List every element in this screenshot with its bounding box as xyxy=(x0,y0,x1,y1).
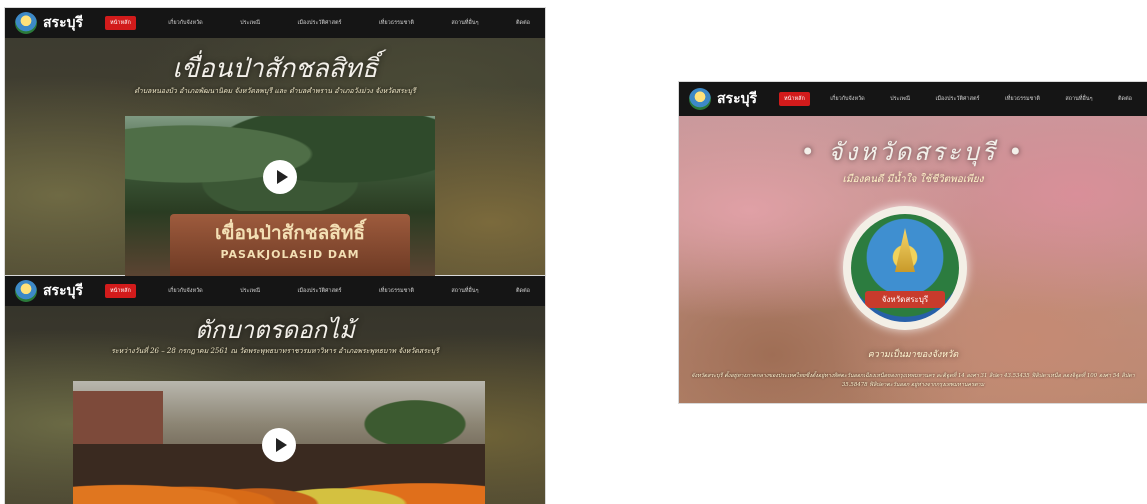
nav-item-home[interactable]: หน้าหลัก xyxy=(105,284,136,298)
nav-item-other[interactable]: สถานที่อื่นๆ xyxy=(1060,92,1097,106)
history-text: จังหวัดสระบุรี ตั้งอยู่ทางภาคกลางของประเ… xyxy=(691,373,1135,388)
logo-emblem-icon xyxy=(15,12,37,34)
site-logo[interactable]: สระบุรี xyxy=(15,12,83,34)
navbar: สระบุรี หน้าหลัก เกี่ยวกับจังหวัด ประเพณ… xyxy=(5,276,545,306)
nav-item-history[interactable]: เมืองประวัติศาสตร์ xyxy=(293,284,347,298)
nav-item-nature[interactable]: เที่ยวธรรมชาติ xyxy=(374,284,419,298)
seal-temple-icon xyxy=(895,228,915,272)
logo-emblem-icon xyxy=(15,280,37,302)
logo-text: สระบุรี xyxy=(43,283,83,299)
screenshot-dam-page: สระบุรี หน้าหลัก เกี่ยวกับจังหวัด ประเพณ… xyxy=(5,8,545,276)
page-title: ตักบาตรดอกไม้ xyxy=(195,316,355,344)
page-title: เขื่อนป่าสักชลสิทธิ์ xyxy=(172,54,378,84)
nav-item-other[interactable]: สถานที่อื่นๆ xyxy=(446,284,483,298)
nav-item-about[interactable]: เกี่ยวกับจังหวัด xyxy=(163,16,208,30)
play-icon xyxy=(276,169,288,184)
nav-item-tradition[interactable]: ประเพณี xyxy=(885,92,915,106)
site-logo[interactable]: สระบุรี xyxy=(15,280,83,302)
province-seal: จังหวัดสระบุรี xyxy=(843,206,967,330)
nav-item-history[interactable]: เมืองประวัติศาสตร์ xyxy=(931,92,985,106)
logo-text: สระบุรี xyxy=(717,91,757,107)
nav-item-home[interactable]: หน้าหลัก xyxy=(779,92,810,106)
nav-item-contact[interactable]: ติดต่อ xyxy=(1113,92,1137,106)
nav-item-contact[interactable]: ติดต่อ xyxy=(511,284,535,298)
play-icon xyxy=(275,437,287,452)
seal-inner: จังหวัดสระบุรี xyxy=(851,214,959,322)
nav-menu: หน้าหลัก เกี่ยวกับจังหวัด ประเพณี เมืองป… xyxy=(105,284,535,298)
seal-ribbon: จังหวัดสระบุรี xyxy=(865,291,945,308)
hero-title: • จังหวัดสระบุรี • xyxy=(800,138,1026,166)
navbar: สระบุรี หน้าหลัก เกี่ยวกับจังหวัด ประเพณ… xyxy=(5,8,545,38)
nav-item-contact[interactable]: ติดต่อ xyxy=(511,16,535,30)
nav-item-home[interactable]: หน้าหลัก xyxy=(105,16,136,30)
nav-item-tradition[interactable]: ประเพณี xyxy=(235,16,265,30)
hero-tagline: เมืองคนดี มีน้ำใจ ใช้ชีวิตพอเพียง xyxy=(842,174,984,185)
nav-item-tradition[interactable]: ประเพณี xyxy=(235,284,265,298)
video-player[interactable]: เขื่อนป่าสักชลสิทธิ์ PASAKJOLASID DAM xyxy=(125,116,435,276)
site-logo[interactable]: สระบุรี xyxy=(689,88,757,110)
nav-item-nature[interactable]: เที่ยวธรรมชาติ xyxy=(1000,92,1045,106)
sign-thai-text: เขื่อนป่าสักชลสิทธิ์ xyxy=(215,222,365,244)
screenshot-flower-page: สระบุรี หน้าหลัก เกี่ยวกับจังหวัด ประเพณ… xyxy=(5,276,545,504)
nav-item-about[interactable]: เกี่ยวกับจังหวัด xyxy=(825,92,870,106)
screenshot-home-page: สระบุรี หน้าหลัก เกี่ยวกับจังหวัด ประเพณ… xyxy=(679,82,1147,403)
history-heading: ความเป็นมาของจังหวัด xyxy=(867,350,959,360)
logo-text: สระบุรี xyxy=(43,15,83,31)
street-buildings xyxy=(73,391,163,451)
video-player[interactable] xyxy=(73,381,485,504)
nav-item-nature[interactable]: เที่ยวธรรมชาติ xyxy=(374,16,419,30)
nav-item-other[interactable]: สถานที่อื่นๆ xyxy=(446,16,483,30)
page-subtitle: ตำบลหนองบัว อำเภอพัฒนานิคม จังหวัดลพบุรี… xyxy=(134,87,416,95)
logo-emblem-icon xyxy=(689,88,711,110)
page-subtitle: ระหว่างวันที่ 26 – 28 กรกฎาคม 2561 ณ วัด… xyxy=(111,347,439,355)
navbar: สระบุรี หน้าหลัก เกี่ยวกับจังหวัด ประเพณ… xyxy=(679,82,1147,116)
play-button[interactable] xyxy=(263,159,297,194)
dam-sign: เขื่อนป่าสักชลสิทธิ์ PASAKJOLASID DAM xyxy=(170,214,410,276)
nav-item-about[interactable]: เกี่ยวกับจังหวัด xyxy=(163,284,208,298)
nav-menu: หน้าหลัก เกี่ยวกับจังหวัด ประเพณี เมืองป… xyxy=(779,92,1137,106)
nav-menu: หน้าหลัก เกี่ยวกับจังหวัด ประเพณี เมืองป… xyxy=(105,16,535,30)
play-button[interactable] xyxy=(262,427,296,462)
sign-english-text: PASAKJOLASID DAM xyxy=(220,248,360,261)
nav-item-history[interactable]: เมืองประวัติศาสตร์ xyxy=(293,16,347,30)
street-trees xyxy=(345,391,485,446)
